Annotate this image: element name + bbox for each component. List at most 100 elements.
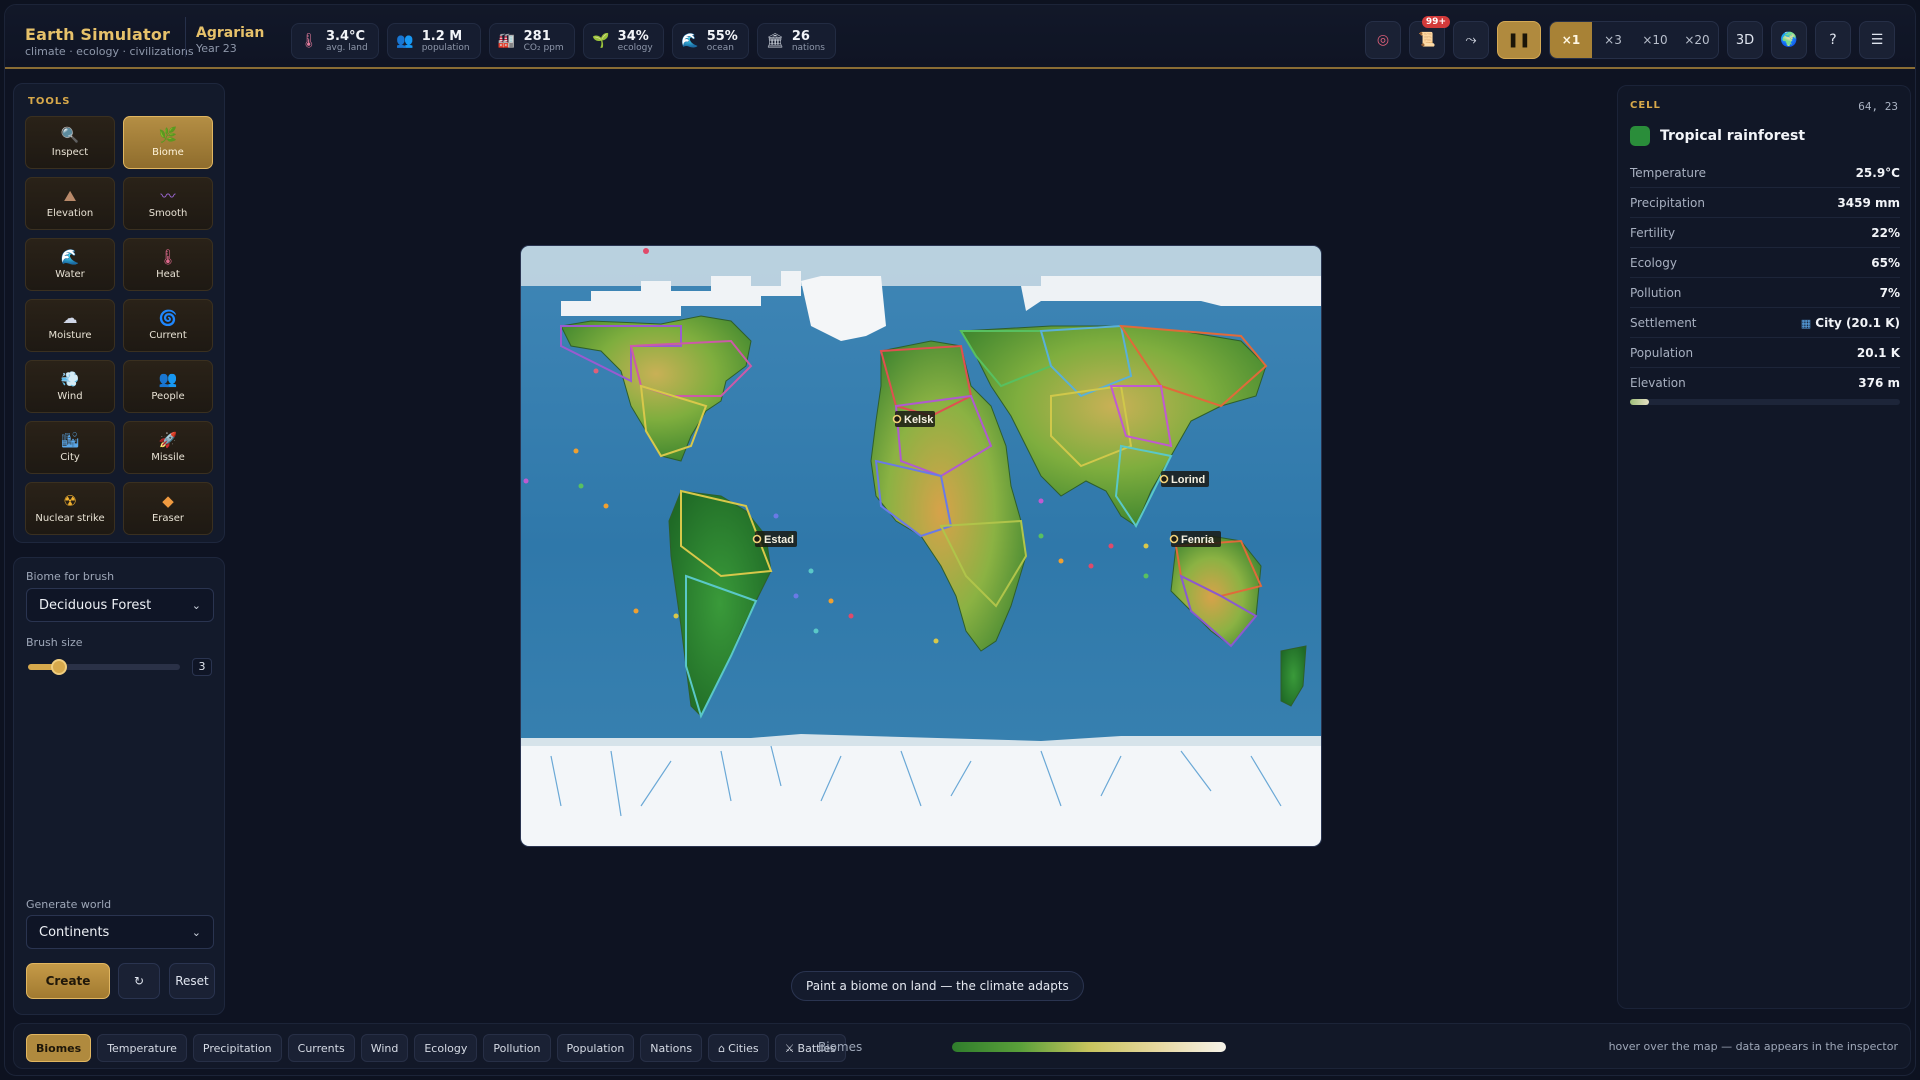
generate-world-label: Generate world <box>26 898 112 911</box>
stat-ocean: 🌊 55% ocean <box>671 23 749 59</box>
tool-label: Inspect <box>51 147 89 158</box>
layer-cities[interactable]: ⌂ Cities <box>708 1034 769 1062</box>
reset-button[interactable]: Reset <box>169 963 215 999</box>
stat-value: 1.2 M <box>421 28 463 44</box>
hamburger-icon: ☰ <box>1870 32 1884 48</box>
unit-dot <box>603 503 609 509</box>
magnifier-icon: 🔍 <box>60 126 80 144</box>
world-map[interactable]: Kelsk Lorind Estad Fenria <box>521 246 1321 846</box>
tool-water[interactable]: 🌊 Water <box>25 238 115 291</box>
era-name: Agrarian <box>196 25 265 41</box>
speed-x20[interactable]: ×20 <box>1676 22 1718 58</box>
property-key: Ecology <box>1630 255 1677 270</box>
sim-controls: ◎ 📜 99+ ⤳ ❚❚ ×1 ×3 ×10 ×20 3D 🌍 ? ☰ <box>1365 16 1895 59</box>
view-3d-button[interactable]: 3D <box>1727 21 1763 59</box>
city-name: Estad <box>764 534 794 546</box>
layer-biomes[interactable]: Biomes <box>26 1034 92 1062</box>
stat-value: 281 <box>523 28 551 44</box>
south-ice-sheet <box>521 741 1321 846</box>
pause-button[interactable]: ❚❚ <box>1497 21 1541 59</box>
tool-nuclear-strike[interactable]: ☢ Nuclear strike <box>25 482 115 535</box>
layer-wind[interactable]: Wind <box>360 1034 409 1062</box>
app-subtitle: climate · ecology · civilizations <box>25 45 194 58</box>
menu-button[interactable]: ☰ <box>1859 21 1895 59</box>
thermometer-icon: 🌡 <box>158 248 178 266</box>
brush-size-label: Brush size <box>26 636 83 649</box>
layer-ecology[interactable]: Ecology <box>414 1034 478 1062</box>
tool-label: Wind <box>57 391 83 402</box>
brush-size-slider[interactable] <box>28 659 180 675</box>
tool-inspect[interactable]: 🔍 Inspect <box>25 116 115 169</box>
tool-people[interactable]: 👥 People <box>123 360 213 413</box>
tool-label: Moisture <box>48 330 92 341</box>
tool-current[interactable]: 🌀 Current <box>123 299 213 352</box>
property-value: ▦ City (20.1 K) <box>1801 316 1900 330</box>
property-value: 65% <box>1871 255 1900 270</box>
layer-nations[interactable]: Nations <box>640 1034 703 1062</box>
tool-label: Eraser <box>151 513 185 524</box>
layer-currents[interactable]: Currents <box>287 1034 355 1062</box>
speed-x3[interactable]: ×3 <box>1592 22 1634 58</box>
generate-world-select[interactable]: Continents ⌄ <box>26 915 214 949</box>
target-button[interactable]: ◎ <box>1365 21 1401 59</box>
inspector-hint: hover over the map — data appears in the… <box>1608 1040 1898 1053</box>
unit-dot <box>1143 543 1149 549</box>
city-icon: ▦ <box>1800 316 1812 330</box>
property-row: Population 20.1 K <box>1630 338 1900 368</box>
city-marker-estad[interactable]: Estad <box>752 531 798 547</box>
biome-brush-select[interactable]: Deciduous Forest ⌄ <box>26 588 214 622</box>
property-value: 25.9°C <box>1855 165 1900 180</box>
unit-dot <box>793 593 799 599</box>
tool-wind[interactable]: 💨 Wind <box>25 360 115 413</box>
regenerate-button[interactable]: ↻ <box>118 963 160 999</box>
tool-biome[interactable]: 🌿 Biome <box>123 116 213 169</box>
city-marker-kelsk[interactable]: Kelsk <box>892 411 936 427</box>
layer-precipitation[interactable]: Precipitation <box>192 1034 282 1062</box>
generate-world-value: Continents <box>39 924 110 940</box>
tool-smooth[interactable]: 〰 Smooth <box>123 177 213 230</box>
tool-heat[interactable]: 🌡 Heat <box>123 238 213 291</box>
layer-legend <box>952 1042 1226 1052</box>
property-key: Fertility <box>1630 225 1676 240</box>
city-marker-fenria[interactable]: Fenria <box>1169 531 1222 547</box>
tool-missile[interactable]: 🚀 Missile <box>123 421 213 474</box>
tool-label: Missile <box>151 452 185 463</box>
tool-city[interactable]: 🏙 City <box>25 421 115 474</box>
city-dot <box>752 534 762 544</box>
stat-population: 👥 1.2 Mpopulation <box>386 23 481 59</box>
unit-dot <box>848 613 854 619</box>
slider-handle[interactable] <box>50 659 67 675</box>
tool-label: Elevation <box>46 208 94 219</box>
create-button[interactable]: Create <box>26 963 110 999</box>
layer-population[interactable]: Population <box>556 1034 635 1062</box>
tool-moisture[interactable]: ☁ Moisture <box>25 299 115 352</box>
unit-dot <box>1108 543 1114 549</box>
tool-eraser[interactable]: ◆ Eraser <box>123 482 213 535</box>
property-key: Settlement <box>1630 315 1697 330</box>
property-row: Precipitation 3459 mm <box>1630 188 1900 218</box>
factory-icon: 🏭 <box>497 33 516 49</box>
property-value: 20.1 K <box>1856 345 1900 360</box>
people-icon: 👥 <box>396 33 414 49</box>
globe-button[interactable]: 🌍 <box>1771 21 1807 59</box>
layer-pollution[interactable]: Pollution <box>483 1034 551 1062</box>
spiral-icon: 🌀 <box>158 309 178 327</box>
layer-label: Cities <box>728 1041 759 1055</box>
trend-button[interactable]: ⤳ <box>1453 21 1489 59</box>
speed-x10[interactable]: ×10 <box>1634 22 1676 58</box>
house-icon: ⌂ <box>718 1041 726 1055</box>
tool-label: City <box>60 452 80 463</box>
help-button[interactable]: ? <box>1815 21 1851 59</box>
layer-temperature[interactable]: Temperature <box>97 1034 187 1062</box>
unit-dot <box>1058 558 1064 564</box>
speed-x1[interactable]: ×1 <box>1550 22 1592 58</box>
leaf-icon: 🌿 <box>158 126 178 144</box>
tool-elevation[interactable]: ⛰ Elevation <box>25 177 115 230</box>
city-marker-lorind[interactable]: Lorind <box>1159 471 1210 487</box>
stat-value: 34% <box>617 28 649 44</box>
world-map-canvas[interactable]: Kelsk Lorind Estad Fenria <box>521 246 1321 846</box>
property-value: 7% <box>1879 285 1900 300</box>
events-button[interactable]: 📜 99+ <box>1409 16 1450 59</box>
tool-label: Nuclear strike <box>35 513 105 524</box>
property-row: Settlement ▦ City (20.1 K) <box>1630 308 1900 338</box>
